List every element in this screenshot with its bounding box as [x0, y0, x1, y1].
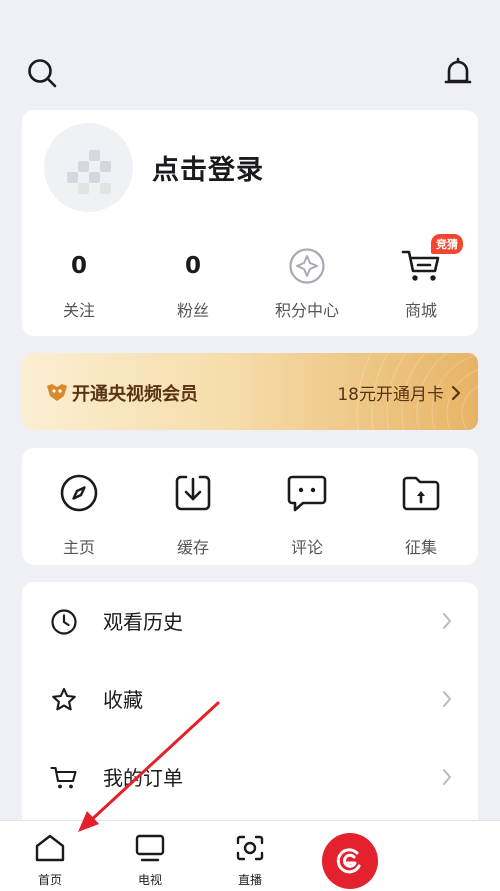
clock-icon [51, 609, 77, 635]
chevron-right-icon [443, 769, 451, 785]
vip-cta[interactable]: 18元开通月卡 [337, 380, 462, 405]
tab-home-label: 首页 [37, 873, 62, 887]
chevron-right-icon [443, 613, 451, 629]
center-logo-icon [336, 848, 361, 874]
vip-banner[interactable]: 开通央视频会员 18元开通月卡 [22, 353, 478, 430]
compass-icon [60, 474, 98, 512]
bell-icon[interactable] [441, 56, 475, 90]
quick-cache-label: 缓存 [176, 538, 209, 557]
stat-points-center[interactable]: 积分中心 [257, 248, 357, 321]
chevron-right-icon [443, 691, 451, 707]
menu-watch-history-label: 观看历史 [103, 610, 183, 634]
follow-label: 关注 [62, 301, 95, 320]
avatar[interactable] [44, 123, 133, 212]
tab-tv-label: 电视 [137, 873, 162, 887]
profile-card: 点击登录 0 关注 0 粉丝 积分中心 竞猜 商城 [22, 110, 478, 336]
quick-collect[interactable]: 征集 [371, 472, 471, 558]
diamond-star-icon [289, 248, 325, 284]
quick-homepage[interactable]: 主页 [29, 472, 129, 558]
live-icon [236, 835, 264, 861]
cart-icon [50, 766, 77, 789]
quick-entry-card: 主页 缓存 评论 征集 [22, 448, 478, 565]
bottom-nav: 首页 电视 直播 [0, 820, 500, 891]
stat-follow[interactable]: 0 关注 [29, 248, 129, 321]
tab-home[interactable]: 首页 [18, 833, 82, 888]
mall-label: 商城 [404, 301, 437, 320]
star-icon [52, 687, 76, 711]
quick-comments[interactable]: 评论 [257, 472, 357, 558]
tab-tv[interactable]: 电视 [118, 833, 182, 888]
quick-homepage-label: 主页 [62, 538, 95, 557]
tab-live[interactable]: 直播 [218, 833, 282, 888]
menu-my-orders-label: 我的订单 [103, 766, 183, 790]
menu-favorites[interactable]: 收藏 [22, 660, 478, 738]
tv-icon [135, 834, 165, 862]
search-icon[interactable] [25, 56, 59, 90]
quick-comments-label: 评论 [290, 538, 323, 557]
menu-watch-history[interactable]: 观看历史 [22, 582, 478, 660]
login-link[interactable]: 点击登录 [152, 148, 264, 187]
menu-favorites-label: 收藏 [103, 688, 143, 712]
default-avatar-icon [67, 150, 111, 194]
quick-cache[interactable]: 缓存 [143, 472, 243, 558]
vip-title: 开通央视频会员 [72, 384, 198, 405]
home-icon [35, 834, 65, 862]
stat-mall[interactable]: 竞猜 商城 [371, 234, 471, 321]
follow-count: 0 [70, 253, 87, 279]
comment-icon [287, 475, 327, 512]
stat-fans[interactable]: 0 粉丝 [143, 248, 243, 321]
menu-my-orders[interactable]: 我的订单 [22, 738, 478, 816]
vip-cta-label: 18元开通月卡 [337, 385, 444, 405]
guess-badge: 竞猜 [431, 234, 463, 254]
tab-live-label: 直播 [237, 873, 262, 887]
quick-collect-label: 征集 [404, 538, 437, 557]
fans-count: 0 [184, 253, 201, 279]
top-bar [0, 0, 500, 110]
chevron-right-icon [451, 385, 461, 400]
menu-list: 观看历史 收藏 我的订单 [22, 582, 478, 842]
folder-upload-icon [402, 476, 440, 511]
vip-crown-icon [47, 384, 67, 401]
points-center-label: 积分中心 [274, 301, 339, 320]
download-icon [175, 475, 211, 511]
fans-label: 粉丝 [176, 301, 209, 320]
center-logo-button[interactable] [322, 833, 378, 889]
